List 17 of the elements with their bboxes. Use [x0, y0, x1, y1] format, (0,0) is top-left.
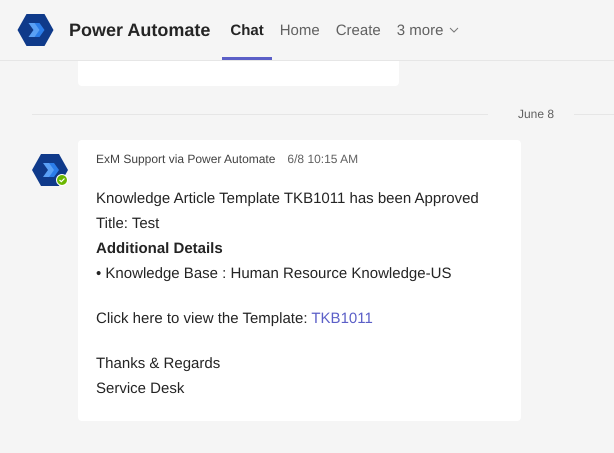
- app-title: Power Automate: [69, 20, 210, 40]
- message-text: Service Desk: [96, 379, 186, 399]
- tab[interactable]: Create: [328, 3, 389, 60]
- more-tabs-button[interactable]: 3 more: [388, 3, 468, 60]
- message-text: Thanks & Regards: [96, 354, 222, 374]
- section-heading: Additional Details: [96, 239, 224, 259]
- message-text: Title: Test: [96, 214, 160, 234]
- message-time: 6/8 10:15 AM: [287, 152, 358, 166]
- app-logo-icon: [17, 12, 54, 48]
- date-divider: June 8: [516, 107, 555, 121]
- message-text: Knowledge Article Template TKB1011 has been Approved: [96, 189, 480, 209]
- tab[interactable]: Home: [272, 3, 328, 60]
- message-text: • Knowledge Base : Human Resource Knowledge-US: [96, 264, 452, 284]
- chevron-down-icon: [449, 27, 460, 33]
- template-link[interactable]: TKB1011: [311, 310, 373, 327]
- sender-name: ExM Support via Power Automate: [96, 152, 276, 166]
- message-text: Click here to view the Template: TKB1011: [96, 309, 374, 329]
